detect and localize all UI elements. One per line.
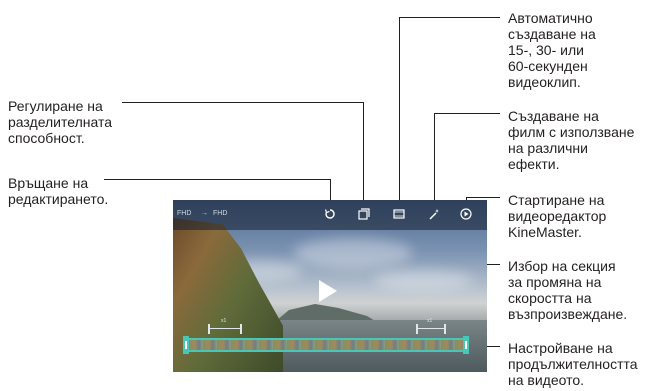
cloud (293, 238, 413, 268)
trim-handle-right[interactable] (463, 336, 469, 354)
callout-speed-section: Избор на секция за промяна на скоростта … (508, 258, 628, 322)
speed-handle-left-start[interactable] (208, 324, 210, 334)
undo-icon[interactable] (323, 208, 337, 222)
leader-resolution (122, 102, 363, 103)
leader-movie-v (434, 113, 435, 210)
speed-label-left: x1 (221, 318, 227, 324)
callout-auto-clip: Автоматично създаване на 15-, 30- или 60… (508, 10, 596, 90)
leader-movie (434, 113, 500, 114)
leader-kinemaster (466, 197, 500, 198)
callout-kinemaster: Стартиране на видеоредактор KineMaster. (508, 192, 607, 240)
leader-auto-clip (399, 17, 500, 18)
speed-handle-right-end[interactable] (444, 324, 446, 334)
speed-track-left (209, 328, 241, 329)
magic-wand-icon[interactable] (427, 208, 441, 222)
cloud (373, 270, 473, 290)
speed-track-right (417, 328, 445, 329)
arrow-label: → (201, 210, 208, 217)
leader-undo (104, 179, 330, 180)
timeline-filmstrip[interactable] (187, 338, 465, 352)
play-icon[interactable] (319, 280, 337, 302)
target-resolution-label: FHD (213, 210, 228, 217)
video-editor-screen: FHD → FHD x1 x1 (173, 200, 487, 372)
callout-movie-effects: Създаване на филм с използване на различ… (508, 108, 635, 172)
callout-duration: Настройване на продължителността на виде… (508, 340, 638, 388)
speed-handle-right-start[interactable] (416, 324, 418, 334)
callout-undo-edit: Връщане на редактирането. (8, 175, 109, 207)
resolution-icon[interactable] (357, 208, 371, 222)
kinemaster-icon[interactable] (459, 208, 473, 222)
filmstrip-icon[interactable] (392, 208, 406, 222)
leader-resolution-v (363, 102, 364, 210)
callout-resolution: Регулиране на разделителната способност. (8, 98, 113, 146)
speed-handle-left-end[interactable] (240, 324, 242, 334)
source-resolution-label: FHD (177, 210, 192, 217)
editor-toolbar: FHD → FHD (173, 200, 487, 230)
speed-label-right: x1 (427, 318, 433, 324)
leader-auto-clip-v (399, 17, 400, 210)
trim-handle-left[interactable] (183, 336, 189, 354)
